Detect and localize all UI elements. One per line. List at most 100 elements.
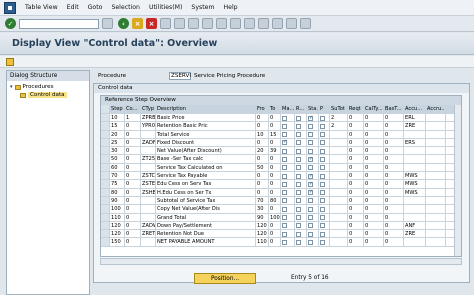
menu-help[interactable]: Help [224, 4, 238, 11]
row-selector[interactable] [101, 172, 110, 180]
checkbox[interactable] [282, 165, 287, 171]
checkbox[interactable] [296, 165, 301, 171]
checkbox[interactable] [320, 173, 325, 179]
table-row[interactable]: 750ZSTEEdu Cess on Serv Tax00000MWS [101, 180, 461, 189]
col-to[interactable]: To [269, 105, 281, 113]
checkbox[interactable] [308, 165, 313, 171]
checkbox[interactable] [282, 115, 287, 121]
table-row[interactable]: 110 0 Grand Total 90 100 0 0 0 [101, 213, 461, 222]
checkbox[interactable] [320, 206, 325, 212]
col-condition-type[interactable]: CTyp [141, 105, 156, 113]
row-selector[interactable] [101, 238, 110, 246]
col-required[interactable]: R... [295, 105, 307, 113]
table-row[interactable]: 100 0 Copy Net Value(After Dis 30 0 0 0 0 [101, 205, 461, 214]
back-icon[interactable]: ‹ [118, 18, 129, 29]
menu-goto[interactable]: Goto [88, 4, 103, 11]
checkbox[interactable] [296, 123, 301, 129]
row-selector[interactable] [101, 155, 110, 163]
print-icon[interactable] [160, 18, 171, 29]
table-row[interactable]: 250ZADFFixed Discount00000ERS [101, 138, 461, 148]
col-base-type[interactable]: BasT... [384, 105, 404, 113]
tree-node-control-data[interactable]: Control data [10, 91, 86, 99]
row-selector[interactable] [101, 122, 110, 130]
checkbox[interactable] [282, 190, 287, 196]
cancel-icon[interactable]: × [146, 18, 157, 29]
enter-icon[interactable]: ✓ [5, 18, 16, 29]
checkbox[interactable] [320, 215, 325, 221]
col-counter[interactable]: Co... [125, 105, 141, 113]
checkbox[interactable] [320, 239, 325, 245]
vertical-scrollbar[interactable] [454, 105, 461, 256]
checkbox[interactable] [308, 180, 313, 188]
checkbox[interactable] [296, 198, 301, 204]
checkbox[interactable] [282, 198, 287, 204]
checkbox[interactable] [308, 189, 313, 196]
checkbox[interactable] [308, 140, 313, 146]
checkbox[interactable] [320, 148, 325, 154]
save-icon[interactable] [102, 18, 113, 29]
checkbox[interactable] [296, 190, 301, 196]
checkbox[interactable] [282, 132, 287, 138]
display-change-icon[interactable] [6, 58, 14, 66]
col-accruals[interactable]: Accru... [426, 105, 446, 113]
select-all-cell[interactable] [101, 105, 110, 113]
checkbox[interactable] [308, 206, 313, 212]
checkbox[interactable] [282, 181, 287, 187]
checkbox[interactable] [296, 156, 301, 162]
checkbox[interactable] [296, 206, 301, 212]
new-session-icon[interactable] [258, 18, 269, 29]
command-field[interactable] [19, 18, 99, 29]
checkbox[interactable] [308, 114, 313, 121]
checkbox[interactable] [296, 140, 301, 146]
row-selector[interactable] [101, 180, 110, 188]
table-row[interactable]: 700ZSTCService Tax Payable00000MWS [101, 172, 461, 181]
col-from[interactable]: Fro [256, 105, 269, 113]
checkbox[interactable] [282, 123, 287, 129]
checkbox[interactable] [320, 181, 325, 187]
prev-page-icon[interactable] [216, 18, 227, 29]
checkbox[interactable] [320, 132, 325, 138]
checkbox[interactable] [320, 223, 325, 229]
menu-table-view[interactable]: Table View [25, 4, 58, 11]
row-selector[interactable] [101, 188, 110, 196]
checkbox[interactable] [308, 231, 313, 237]
table-row[interactable]: 90 0 Subtotal of Service Tax 70 80 0 0 0 [101, 196, 461, 206]
col-requirement[interactable]: Reqt [348, 105, 364, 113]
col-step[interactable]: Step [110, 105, 125, 113]
checkbox[interactable] [296, 148, 301, 154]
checkbox[interactable] [308, 148, 313, 154]
horizontal-scrollbar[interactable] [100, 258, 462, 265]
table-row[interactable]: 500ZT25Base -Ser Tax calc00000 [101, 155, 461, 164]
expand-icon[interactable]: ▾ [10, 84, 13, 90]
checkbox[interactable] [282, 223, 287, 229]
find-next-icon[interactable] [188, 18, 199, 29]
row-selector[interactable] [101, 205, 110, 213]
checkbox[interactable] [282, 156, 287, 162]
checkbox[interactable] [282, 173, 287, 179]
first-page-icon[interactable] [202, 18, 213, 29]
checkbox[interactable] [282, 239, 287, 245]
row-selector[interactable] [101, 213, 110, 221]
table-row[interactable]: 101ZPRBBasic Price002000ERL [101, 114, 461, 123]
checkbox[interactable] [296, 231, 301, 237]
checkbox[interactable] [308, 223, 313, 229]
checkbox[interactable] [282, 139, 287, 146]
checkbox[interactable] [282, 148, 287, 154]
col-description[interactable]: Description [156, 105, 256, 113]
col-account-key[interactable]: Accu... [404, 105, 426, 113]
table-row[interactable]: 150 0 NET PAYABLE AMOUNT 110 0 0 0 0 [101, 238, 461, 247]
checkbox[interactable] [296, 215, 301, 221]
checkbox[interactable] [320, 231, 325, 237]
shortcut-icon[interactable] [272, 18, 283, 29]
layout-icon[interactable] [300, 18, 311, 29]
position-button[interactable]: Position... [194, 273, 256, 284]
checkbox[interactable] [282, 206, 287, 212]
checkbox[interactable] [308, 155, 313, 163]
checkbox[interactable] [296, 173, 301, 179]
table-row[interactable]: 15 0 YPR0 Retention Basic Pric 0 0 2 0 0 0 ZRE [101, 122, 461, 131]
checkbox[interactable] [308, 172, 313, 179]
row-selector[interactable] [101, 196, 110, 205]
row-selector[interactable] [101, 230, 110, 238]
help-icon[interactable] [286, 18, 297, 29]
col-manual[interactable]: Ma... [281, 105, 295, 113]
